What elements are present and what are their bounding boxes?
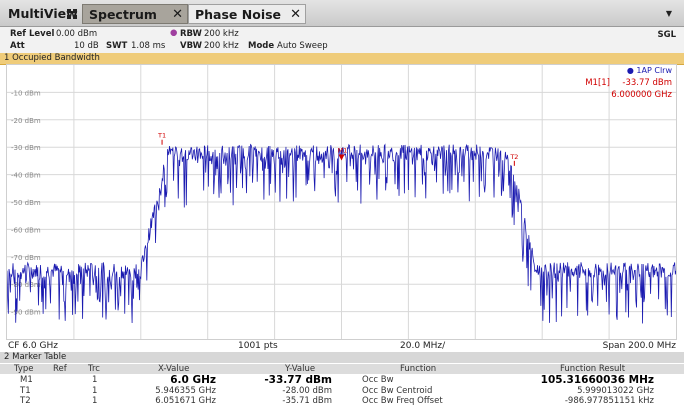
table-row[interactable]: T2 1 6.051671 GHz -35.71 dBm Occ Bw Freq… [0,396,684,406]
marker-readout-level: -33.77 dBm [622,78,672,88]
marker-m1-symbol [338,154,345,161]
swt-value: 1.08 ms [131,41,166,51]
frequency-axis: CF 6.0 GHz 1001 pts 20.0 MHz/ Span 200.0… [0,340,684,352]
tab-bar: MultiView Spectrum ✕ Phase Noise ✕ ▼ [0,0,684,27]
table-row[interactable]: M1 1 6.0 GHz -33.77 dBm Occ Bw 105.31660… [0,374,684,386]
marker-table-title: 2 Marker Table [0,352,684,363]
row-function-result: 105.31660036 MHz [540,374,654,386]
tab-phase-noise[interactable]: Phase Noise ✕ [188,4,306,24]
marker-readout-name: M1[1] [585,78,610,88]
row-function: Occ Bw Centroid [362,386,433,396]
row-x-value: 6.051671 GHz [155,396,216,406]
span-per-div: 20.0 MHz/ [400,341,446,351]
row-function-result: 5.999013022 GHz [577,386,654,396]
center-frequency: CF 6.0 GHz [8,341,58,351]
y-tick-label: -30 dBm [11,144,41,152]
y-tick-label: -50 dBm [11,199,41,207]
multiview-grid-icon[interactable] [67,9,77,19]
y-tick-label: -10 dBm [11,89,41,97]
y-tick-label: -40 dBm [11,172,41,180]
tab-spectrum[interactable]: Spectrum ✕ [82,4,188,24]
header-ref: Ref [53,364,67,374]
row-y-value: -28.00 dBm [282,386,332,396]
row-y-value: -33.77 dBm [264,374,332,386]
marker-m1-label: M1 [338,147,348,155]
row-function: Occ Bw Freq Offset [362,396,443,406]
att-label: Att [10,41,25,51]
header-type: Type [14,364,34,374]
rbw-dot-icon: ● [170,28,178,38]
y-tick-label: -70 dBm [11,254,41,262]
header-y-value: Y-Value [285,364,316,374]
row-trc: 1 [92,386,98,396]
trace-label: ● 1AP Clrw [627,66,673,75]
row-y-value: -35.71 dBm [282,396,332,406]
close-spectrum-icon[interactable]: ✕ [172,5,183,25]
row-x-value: 5.946355 GHz [155,386,216,396]
close-phase-noise-icon[interactable]: ✕ [290,5,301,25]
header-function-result: Function Result [560,364,626,374]
row-type: M1 [20,375,33,385]
window-title: 1 Occupied Bandwidth [4,53,100,63]
row-trc: 1 [92,396,98,406]
header-trc: Trc [88,364,100,374]
y-tick-label: -60 dBm [11,226,41,234]
spectrum-chart: -10 dBm -20 dBm -30 dBm -40 dBm -50 dBm -60 d… [6,65,677,339]
sweep-points: 1001 pts [238,341,278,351]
marker-t1-label: T1 [157,132,166,140]
settings-bar[interactable]: Ref Level 0.00 dBm ● RBW 200 kHz Att 10 … [0,27,684,53]
span-value: Span 200.0 MHz [602,341,676,351]
spectrum-plot[interactable]: -10 dBm -20 dBm -30 dBm -40 dBm -50 dBm -60 d… [6,64,677,340]
att-value: 10 dB [74,41,99,51]
header-function: Function [400,364,437,374]
marker-table-header: Type Ref Trc X-Value Y-Value Function Fu… [0,364,684,374]
row-function-result: -986.977851151 kHz [564,396,654,406]
marker-readout-freq: 6.000000 GHz [611,90,672,100]
swt-label: SWT [106,41,128,51]
rbw-label: RBW [180,29,202,39]
row-x-value: 6.0 GHz [170,374,216,386]
mode-label: Mode [248,41,275,51]
rbw-value: 200 kHz [204,29,239,39]
tab-phase-noise-label: Phase Noise [195,7,282,22]
header-x-value: X-Value [158,364,190,374]
vbw-value: 200 kHz [204,41,239,51]
marker-table-title-text: 2 Marker Table [4,352,67,362]
row-function: Occ Bw [362,375,394,385]
dropdown-icon[interactable]: ▼ [666,9,672,18]
table-row[interactable]: T1 1 5.946355 GHz -28.00 dBm Occ Bw Cent… [0,386,684,396]
ref-level-label: Ref Level [10,29,55,39]
vbw-label: VBW [180,41,202,51]
ref-level-value: 0.00 dBm [56,29,98,39]
mode-value: Auto Sweep [277,41,328,51]
tab-spectrum-label: Spectrum [89,7,157,22]
y-tick-label: -20 dBm [11,117,41,125]
row-type: T2 [20,396,31,406]
marker-t2-label: T2 [509,153,518,161]
sgl-indicator[interactable]: SGL [657,30,676,40]
row-type: T1 [20,386,31,396]
row-trc: 1 [92,375,98,385]
